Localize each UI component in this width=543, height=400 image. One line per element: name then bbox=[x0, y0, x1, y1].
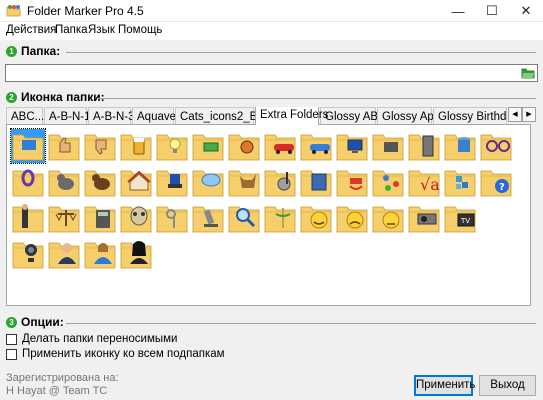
tab-scroll-right-icon[interactable]: ▶ bbox=[522, 107, 536, 122]
registration-label: Зарегистрирована на: bbox=[6, 372, 119, 384]
skull-folder-icon[interactable] bbox=[119, 201, 153, 235]
microscope-folder-icon[interactable] bbox=[191, 201, 225, 235]
moose-folder-icon[interactable] bbox=[227, 165, 261, 199]
chair-folder-icon[interactable] bbox=[155, 165, 189, 199]
menu-help[interactable]: Помощь bbox=[118, 24, 162, 36]
thumbs-up-folder-icon[interactable] bbox=[47, 129, 81, 163]
java-folder-icon[interactable] bbox=[335, 165, 369, 199]
search-folder-icon[interactable] bbox=[227, 201, 261, 235]
keys-folder-icon[interactable] bbox=[155, 201, 189, 235]
exit-button[interactable]: Выход bbox=[479, 375, 536, 396]
help-folder-icon[interactable]: ? bbox=[479, 165, 513, 199]
section-number: 3 bbox=[6, 317, 17, 328]
options-section-header: 3 Опции: bbox=[6, 315, 536, 331]
checkbox-box[interactable] bbox=[6, 349, 17, 360]
portable-folders-checkbox[interactable]: Делать папки переносимыми bbox=[6, 333, 306, 347]
svg-text:?: ? bbox=[499, 182, 505, 193]
title-bar: Folder Marker Pro 4.5 — ☐ ✕ bbox=[0, 0, 543, 22]
music-folder-icon[interactable] bbox=[263, 165, 297, 199]
apply-button[interactable]: Применить bbox=[414, 375, 475, 396]
section-number: 1 bbox=[6, 46, 17, 57]
cubes-folder-icon[interactable] bbox=[443, 165, 477, 199]
menu-actions[interactable]: Действия bbox=[6, 24, 56, 36]
folder-section-header: 1 Папка: bbox=[6, 44, 536, 60]
svg-text:TV: TV bbox=[460, 217, 470, 225]
blue-car-folder-icon[interactable] bbox=[299, 129, 333, 163]
tab-abc[interactable]: ABC... bbox=[6, 107, 44, 125]
woman-folder-icon[interactable] bbox=[83, 237, 117, 271]
icon-section-label: Иконка папки: bbox=[21, 90, 105, 104]
tv-folder-icon[interactable]: TV bbox=[443, 201, 477, 235]
money-folder-icon[interactable] bbox=[191, 129, 225, 163]
close-icon[interactable]: ✕ bbox=[509, 0, 543, 22]
divider bbox=[98, 98, 536, 99]
folder-section-label: Папка: bbox=[21, 44, 61, 58]
webcam-folder-icon[interactable] bbox=[11, 237, 45, 271]
menu-bar: Действия Папка Язык Помощь bbox=[0, 22, 543, 40]
tab-a-b-n-3[interactable]: A-B-N-3 bbox=[88, 107, 135, 125]
hardware-folder-icon[interactable] bbox=[371, 129, 405, 163]
browse-folder-icon[interactable] bbox=[521, 67, 535, 79]
smile-folder-icon[interactable] bbox=[299, 201, 333, 235]
folder-path-input[interactable] bbox=[5, 64, 538, 82]
divider bbox=[66, 52, 536, 53]
tab-scroll-left-icon[interactable]: ◀ bbox=[508, 107, 522, 122]
caduceus-folder-icon[interactable] bbox=[263, 201, 297, 235]
person-folder-icon[interactable] bbox=[119, 237, 153, 271]
dancer-folder-icon[interactable] bbox=[11, 201, 45, 235]
tab-glossy-abc[interactable]: Glossy ABC bbox=[320, 107, 386, 125]
database-folder-icon[interactable] bbox=[443, 129, 477, 163]
glasses-folder-icon[interactable] bbox=[479, 129, 513, 163]
math-folder-icon[interactable]: √a bbox=[407, 165, 441, 199]
window-title: Folder Marker Pro 4.5 bbox=[27, 4, 144, 18]
sad-folder-icon[interactable] bbox=[371, 201, 405, 235]
server-folder-icon[interactable] bbox=[407, 129, 441, 163]
beer-folder-icon[interactable] bbox=[119, 129, 153, 163]
section-number: 2 bbox=[6, 92, 17, 103]
minimize-icon[interactable]: — bbox=[441, 0, 475, 22]
calculator-folder-icon[interactable] bbox=[83, 201, 117, 235]
menu-folder[interactable]: Папка bbox=[55, 24, 88, 36]
chat-folder-icon[interactable] bbox=[191, 165, 225, 199]
book-folder-icon[interactable] bbox=[299, 165, 333, 199]
home-folder-icon[interactable] bbox=[119, 165, 153, 199]
cat-folder-icon[interactable] bbox=[47, 165, 81, 199]
dog-folder-icon[interactable] bbox=[83, 165, 117, 199]
tab-cats-icons2-blue[interactable]: Cats_icons2_Blue bbox=[175, 107, 273, 125]
app-logo-icon bbox=[6, 5, 21, 17]
icon-section-header: 2 Иконка папки: bbox=[6, 90, 536, 106]
divider bbox=[66, 323, 536, 324]
tab-glossy-app[interactable]: Glossy App bbox=[377, 107, 440, 125]
computer-folder-icon[interactable] bbox=[335, 129, 369, 163]
scales-folder-icon[interactable] bbox=[47, 201, 81, 235]
tab-extra-folders[interactable]: Extra Folders bbox=[255, 107, 328, 125]
options-section-label: Опции: bbox=[21, 315, 64, 329]
tab-a-b-n-1[interactable]: A-B-N-1 bbox=[44, 107, 91, 125]
thumbs-down-folder-icon[interactable] bbox=[83, 129, 117, 163]
man-folder-icon[interactable] bbox=[47, 237, 81, 271]
projector-folder-icon[interactable] bbox=[407, 201, 441, 235]
svg-text:√a: √a bbox=[420, 175, 440, 194]
apply-subfolders-label: Применить иконку ко всем подпапкам bbox=[22, 348, 225, 360]
maximize-icon[interactable]: ☐ bbox=[475, 0, 509, 22]
menu-language[interactable]: Язык bbox=[88, 24, 115, 36]
icon-grid: √a? TV bbox=[6, 124, 531, 306]
chain-folder-icon[interactable] bbox=[11, 165, 45, 199]
plain-folder-icon[interactable] bbox=[10, 128, 46, 164]
apply-subfolders-checkbox[interactable]: Применить иконку ко всем подпапкам bbox=[6, 348, 306, 362]
red-car-folder-icon[interactable] bbox=[263, 129, 297, 163]
lightbulb-folder-icon[interactable] bbox=[155, 129, 189, 163]
basketball-folder-icon[interactable] bbox=[227, 129, 261, 163]
frown-folder-icon[interactable] bbox=[335, 201, 369, 235]
registration-owner: H Hayat @ Team TC bbox=[6, 385, 108, 397]
checkbox-box[interactable] bbox=[6, 334, 17, 345]
tab-aquave[interactable]: Aquave bbox=[132, 107, 176, 125]
portable-folders-label: Делать папки переносимыми bbox=[22, 333, 178, 345]
icon-set-tabs: ABC... A-B-N-1 A-B-N-3 Aquave Cats_icons… bbox=[6, 107, 507, 125]
molecule-folder-icon[interactable] bbox=[371, 165, 405, 199]
tab-glossy-birthday[interactable]: Glossy Birthday bbox=[433, 107, 507, 125]
